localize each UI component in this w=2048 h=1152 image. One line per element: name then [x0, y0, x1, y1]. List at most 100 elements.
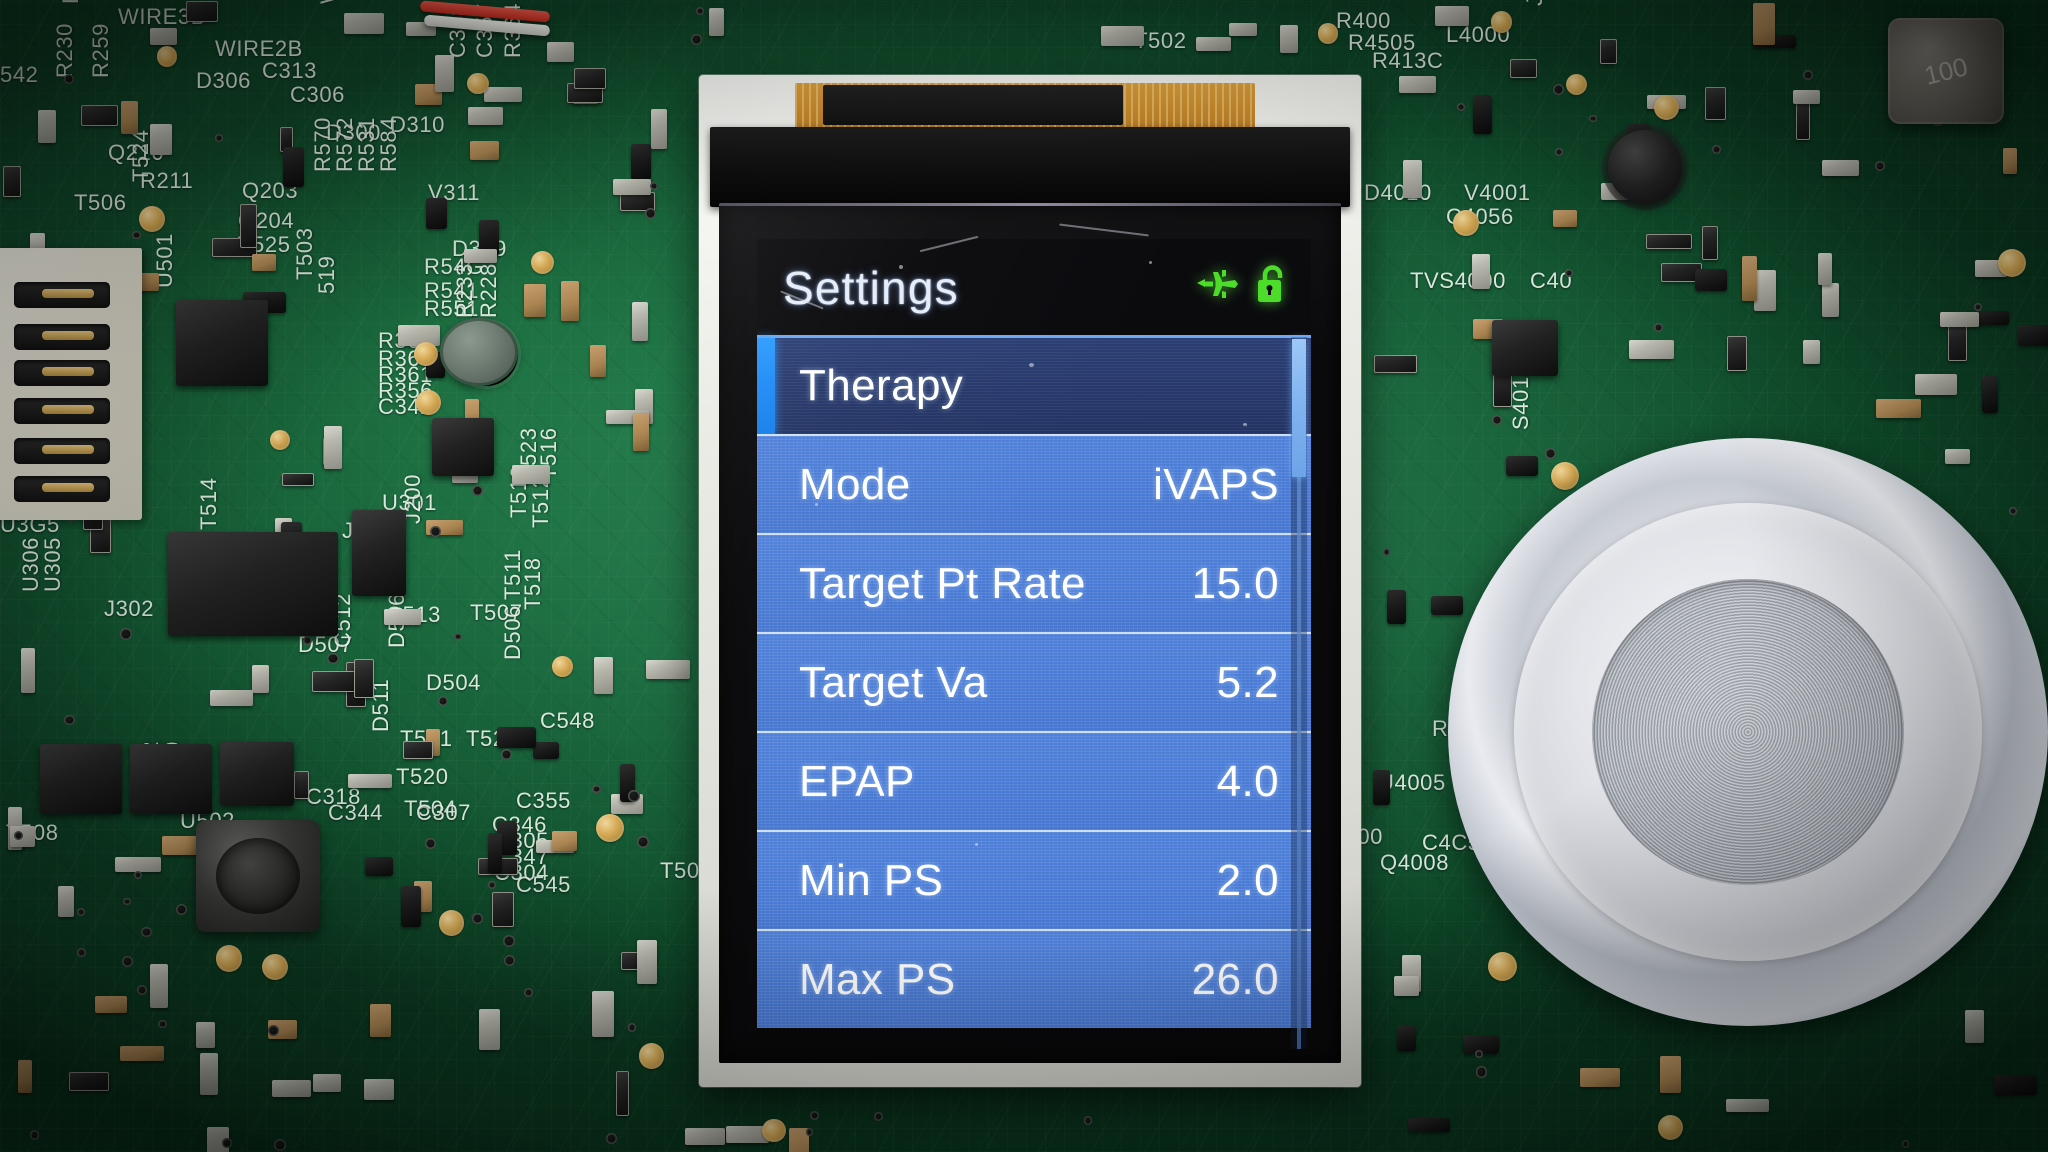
menu-row[interactable]: Min PS 2.0 — [757, 830, 1311, 929]
smd-component — [524, 283, 547, 318]
scrollbar-track — [1297, 477, 1301, 1049]
pcb-via — [645, 207, 656, 219]
smd-component — [1472, 254, 1490, 289]
smd-component — [709, 7, 724, 36]
airplane-mode-icon — [1197, 270, 1238, 298]
smd-component — [149, 27, 177, 45]
pcb-via — [157, 1019, 167, 1029]
smd-component — [632, 302, 649, 342]
smd-component — [615, 1070, 629, 1117]
pcb-via — [64, 714, 75, 726]
silkscreen-label: C313 — [262, 58, 317, 83]
smd-component — [1793, 89, 1821, 104]
pcb-via — [690, 33, 702, 45]
smd-component — [119, 1045, 164, 1062]
page-title: Settings — [783, 262, 959, 314]
smd-component — [592, 991, 614, 1037]
pcb-via — [1382, 548, 1390, 556]
pcb-via — [215, 134, 223, 142]
smd-component — [38, 110, 57, 143]
smd-component — [426, 198, 448, 229]
lcd-module: Settings Therapy Mode iVAPS Target Pt Ra… — [699, 75, 1361, 1087]
menu-row[interactable]: Mode iVAPS — [757, 434, 1311, 533]
pcb-via — [1589, 114, 1597, 123]
pcb-via — [502, 935, 515, 948]
pcb-via — [77, 948, 86, 957]
silkscreen-label: J302 — [104, 596, 155, 621]
smd-component — [81, 104, 118, 127]
smd-component — [1373, 769, 1391, 805]
settings-menu-list[interactable]: Therapy Mode iVAPS Target Pt Rate 15.0 Target… — [757, 335, 1311, 1028]
smd-component — [512, 464, 550, 485]
smd-component — [1394, 976, 1419, 996]
menu-row-label: Therapy — [799, 361, 964, 410]
smd-component — [2017, 325, 2048, 346]
smd-component — [1473, 94, 1493, 134]
status-icon-group — [1195, 263, 1289, 305]
test-pad — [1490, 11, 1513, 33]
smd-component — [1702, 226, 1719, 261]
smd-component — [1228, 22, 1258, 37]
smd-component — [1579, 1067, 1620, 1088]
smd-component — [364, 1079, 394, 1100]
smd-component — [384, 608, 422, 626]
test-pad — [1453, 210, 1479, 236]
smd-component — [1821, 283, 1840, 317]
smd-component — [1660, 1055, 1681, 1093]
smd-component — [1726, 336, 1747, 371]
smd-component — [636, 940, 658, 985]
pcb-via — [809, 1110, 819, 1120]
smd-component — [251, 253, 277, 272]
smd-component — [468, 106, 503, 125]
smd-component — [1552, 210, 1578, 227]
smd-component — [551, 831, 578, 851]
silkscreen-label: D506 — [500, 605, 525, 660]
smd-component — [1387, 590, 1406, 625]
menu-row[interactable]: Max PS 26.0 — [757, 929, 1311, 1028]
silkscreen-label: D504 — [426, 670, 481, 695]
menu-row[interactable]: Target Va 5.2 — [757, 632, 1311, 731]
integrated-circuit — [427, 418, 499, 476]
test-pad — [261, 953, 289, 981]
smd-component — [1993, 1074, 2038, 1095]
test-pad — [531, 250, 555, 274]
silkscreen-label: R228 — [476, 263, 501, 318]
pcb-via — [500, 748, 512, 760]
smd-component — [294, 770, 310, 800]
smd-component — [281, 472, 314, 487]
silkscreen-label: R261 — [58, 0, 84, 4]
scrollbar[interactable] — [1291, 337, 1307, 1049]
menu-row-label: Max PS — [799, 954, 956, 1004]
integrated-circuit — [215, 742, 299, 806]
smd-component — [149, 124, 172, 155]
smd-component — [1100, 25, 1145, 46]
smd-component — [546, 41, 574, 63]
menu-row[interactable]: EPAP 4.0 — [757, 731, 1311, 830]
round-solder-pad — [440, 318, 518, 386]
silkscreen-label: R233 — [452, 263, 477, 318]
smd-component — [1646, 234, 1692, 249]
scrollbar-thumb[interactable] — [1292, 339, 1306, 477]
integrated-circuit — [125, 744, 217, 814]
lcd-black-tape — [710, 127, 1350, 207]
silkscreen-label: TVS4000 — [1410, 268, 1506, 293]
pcb-via — [1492, 415, 1502, 426]
menu-row-label: EPAP — [799, 756, 915, 806]
smd-component — [561, 281, 580, 321]
menu-row[interactable]: Target Pt Rate 15.0 — [757, 533, 1311, 632]
pcb-via — [1545, 447, 1557, 459]
smd-component — [402, 741, 434, 759]
smd-component — [1948, 323, 1967, 361]
silkscreen-label: C355 — [516, 788, 571, 813]
pcb-via — [77, 907, 86, 916]
smd-component — [397, 324, 440, 346]
smd-component — [612, 179, 651, 195]
pcb-via — [430, 526, 441, 537]
smd-component — [478, 1008, 500, 1050]
smd-component — [2003, 147, 2018, 174]
menu-row-selected[interactable]: Therapy — [757, 335, 1311, 434]
pcb-via — [30, 1130, 40, 1140]
pcb-via — [119, 627, 132, 640]
shielded-inductor — [1888, 18, 2004, 124]
menu-row-label: Target Pt Rate — [799, 558, 1086, 608]
